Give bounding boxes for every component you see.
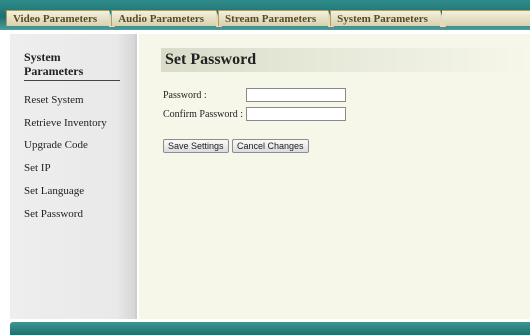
tab-system-parameters[interactable]: System Parameters bbox=[330, 10, 446, 27]
top-nav-bar: Video Parameters Audio Parameters Stream… bbox=[0, 0, 530, 30]
page-header: Set Password bbox=[161, 48, 530, 72]
page-title: Set Password bbox=[165, 51, 257, 68]
sidebar-item-retrieve-inventory[interactable]: Retrieve Inventory bbox=[24, 117, 107, 129]
tab-strip-filler bbox=[441, 10, 530, 26]
main-content: Set Password Password : Confirm Password… bbox=[139, 34, 530, 319]
password-label: Password : bbox=[163, 90, 207, 101]
sidebar-title: System Parameters bbox=[24, 50, 120, 81]
confirm-password-input[interactable] bbox=[246, 107, 346, 121]
sidebar: System Parameters Reset System Retrieve … bbox=[10, 34, 137, 319]
tab-audio-parameters[interactable]: Audio Parameters bbox=[111, 10, 222, 27]
password-input[interactable] bbox=[246, 88, 346, 102]
footer-bar bbox=[10, 322, 530, 335]
tab-video-parameters[interactable]: Video Parameters bbox=[6, 10, 116, 27]
sidebar-item-upgrade-code[interactable]: Upgrade Code bbox=[24, 139, 88, 151]
tab-stream-parameters[interactable]: Stream Parameters bbox=[218, 10, 335, 27]
sidebar-item-reset-system[interactable]: Reset System bbox=[24, 94, 84, 106]
sidebar-item-set-language[interactable]: Set Language bbox=[24, 185, 84, 197]
sidebar-item-set-ip[interactable]: Set IP bbox=[24, 162, 51, 174]
sidebar-item-set-password[interactable]: Set Password bbox=[24, 208, 83, 220]
save-settings-button[interactable]: Save Settings bbox=[163, 139, 229, 153]
confirm-password-label: Confirm Password : bbox=[163, 109, 243, 120]
tab-strip: Video Parameters Audio Parameters Stream… bbox=[6, 10, 530, 27]
cancel-changes-button[interactable]: Cancel Changes bbox=[232, 139, 309, 153]
